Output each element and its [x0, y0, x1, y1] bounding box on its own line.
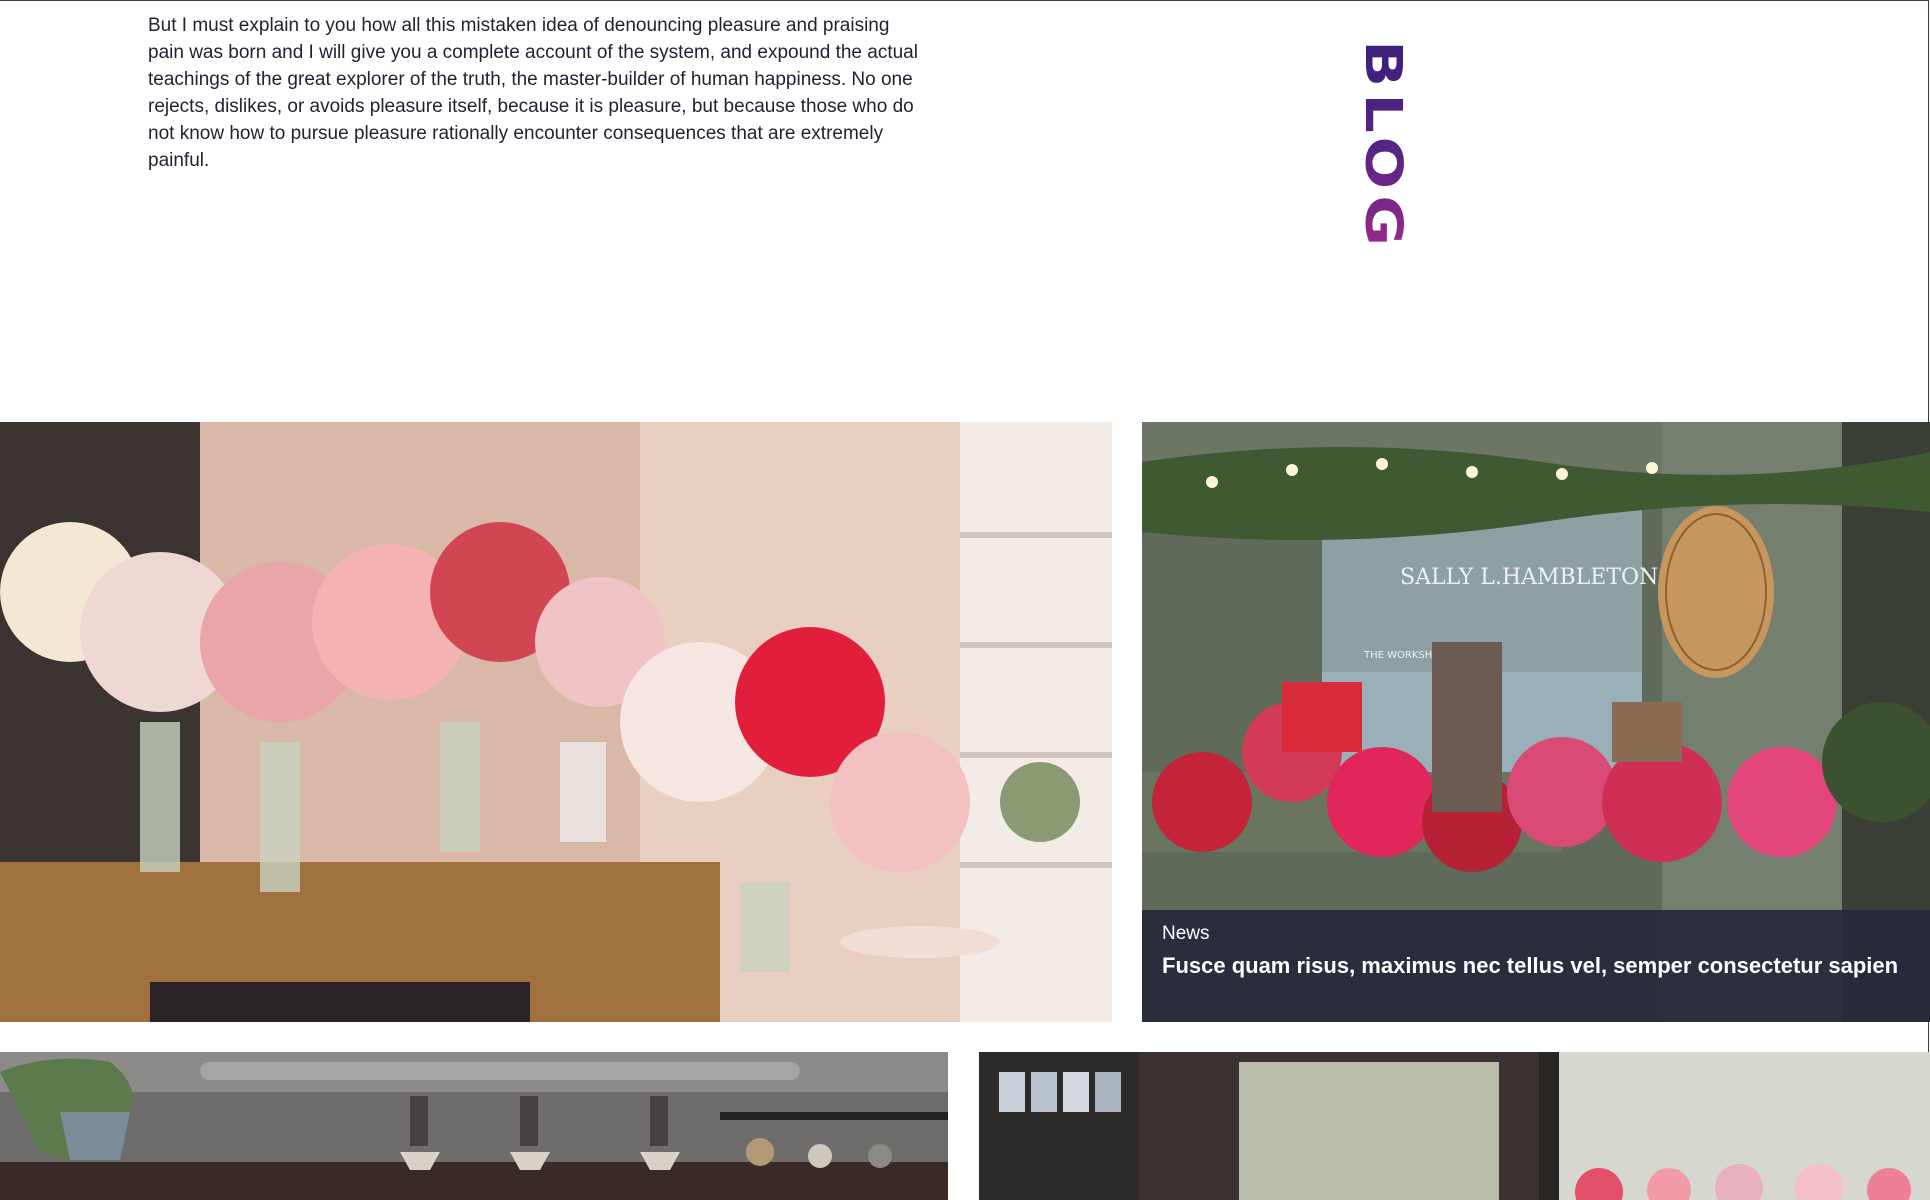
cafe-interior-image	[0, 1052, 948, 1200]
post-title[interactable]: Fusce quam risus, maximus nec tellus vel…	[1162, 950, 1910, 982]
flower-shop-interior-image	[0, 422, 1112, 1022]
blog-post-card-3[interactable]	[0, 1052, 948, 1200]
post-category[interactable]: News	[1162, 922, 1910, 946]
intro-paragraph: But I must explain to you how all this m…	[148, 15, 918, 171]
blog-post-card-1[interactable]	[0, 422, 1112, 1022]
storefront-sign-text: SALLY L.HAMBLETON	[1400, 565, 1658, 590]
blog-post-card-2[interactable]: SALLY L.HAMBLETON THE WORKSHOP FLO CO. N…	[1142, 422, 1930, 1022]
blog-post-card-4[interactable]	[979, 1052, 1930, 1200]
post-caption[interactable]: News Fusce quam risus, maximus nec tellu…	[1142, 910, 1930, 1022]
florist-window-image	[979, 1052, 1930, 1200]
blog-heading: BLOG	[1353, 40, 1414, 253]
